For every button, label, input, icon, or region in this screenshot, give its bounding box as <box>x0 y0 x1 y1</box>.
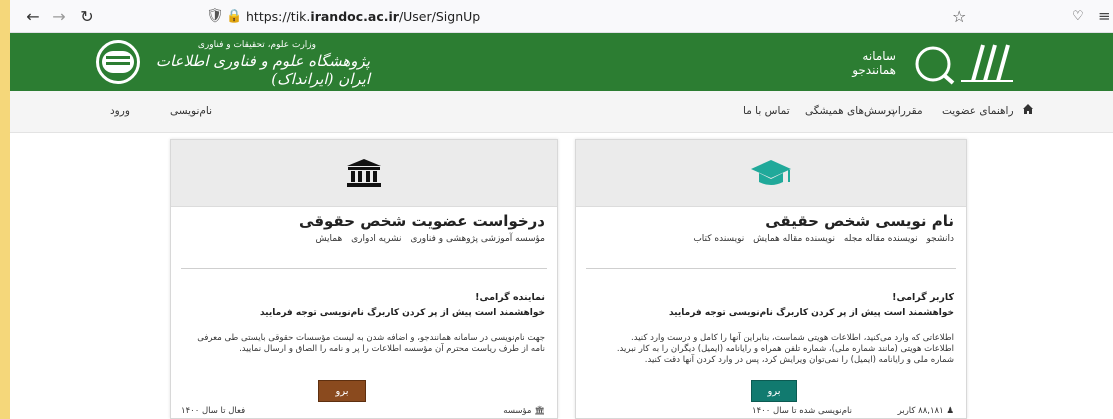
user-icon: ♟ <box>946 406 954 416</box>
user-count-stat: ♟ ۸۸,۱۸۱ کاربر <box>898 406 954 416</box>
instructions: اطلاعاتی که وارد می‌کنید، اطلاعات هویتی … <box>594 333 954 366</box>
tag-conference: همایش <box>315 234 343 244</box>
real-person-card: نام نویسی شخص حقیقی دانشجو نویسنده مقاله… <box>575 139 967 419</box>
home-icon[interactable] <box>1022 103 1034 115</box>
divider <box>586 268 956 269</box>
tag-book-author: نویسنده کتاب <box>693 234 745 244</box>
pocket-icon[interactable]: ♡ <box>1072 9 1084 24</box>
go-button[interactable]: برو <box>318 380 366 402</box>
nav-register[interactable]: نام‌نویسی <box>170 105 212 117</box>
user-count: ۸۸,۱۸۱ <box>918 406 944 416</box>
tag-periodical: نشریه ادواری <box>351 234 402 244</box>
shield-icon[interactable]: 🛡 <box>206 8 224 24</box>
nav-membership-guide[interactable]: راهنمای عضویت <box>942 105 1014 117</box>
instruction-line: نامه از طرف ریاست محترم آن مؤسسه اطلاعات… <box>239 344 545 354</box>
instruction-line: جهت نام‌نویسی در سامانه همانندجو، و اضاف… <box>197 333 545 343</box>
card-header <box>171 140 557 207</box>
ministry-name: وزارت علوم، تحقیقات و فناوری <box>197 40 316 50</box>
org-label: مؤسسه <box>503 406 532 416</box>
card-title: درخواست عضویت شخص حقوقی <box>299 212 545 230</box>
url-domain: irandoc.ac.ir <box>310 8 399 24</box>
browser-toolbar: ← → ↻ 🛡 🔒 https://tik.irandoc.ac.ir/User… <box>10 0 1113 33</box>
system-name: همانندجو <box>852 63 896 77</box>
tag-student: دانشجو <box>926 234 954 244</box>
active-note: فعال تا سال ۱۴۰۰ <box>181 406 246 416</box>
nav-contact[interactable]: تماس با ما <box>743 105 790 117</box>
institute-name: پژوهشگاه علوم و فناوری اطلاعات ایران (ای… <box>155 52 370 88</box>
lock-icon[interactable]: 🔒 <box>226 9 242 24</box>
url-path: /User/SignUp <box>398 8 481 24</box>
tag-conference-author: نویسنده مقاله همایش <box>753 234 836 244</box>
card-title: نام نویسی شخص حقیقی <box>765 212 954 230</box>
member-types: دانشجو نویسنده مقاله مجله نویسنده مقاله … <box>687 234 954 244</box>
greeting: نماینده گرامی! <box>475 292 545 303</box>
forward-arrow-icon[interactable]: → <box>48 7 70 26</box>
instructions: جهت نام‌نویسی در سامانه همانندجو، و اضاف… <box>185 333 545 355</box>
legal-entity-card: درخواست عضویت شخص حقوقی مؤسسه آموزشی پژو… <box>170 139 558 419</box>
user-label: کاربر <box>897 406 916 416</box>
go-button[interactable]: برو <box>751 380 797 402</box>
reload-icon[interactable]: ↻ <box>76 7 98 26</box>
browser-window: ← → ↻ 🛡 🔒 https://tik.irandoc.ac.ir/User… <box>10 0 1113 419</box>
irandoc-logo-icon[interactable] <box>96 40 140 84</box>
instruction-line: شماره ملی و رایانامه (ایمیل) را نمی‌توان… <box>644 355 954 365</box>
nav-faq[interactable]: پرسش‌های همیشگی <box>805 105 895 117</box>
main-navbar: راهنمای عضویت مقررات پرسش‌های همیشگی تما… <box>10 91 1113 133</box>
registered-note: نام‌نویسی شده تا سال ۱۴۰۰ <box>752 406 852 416</box>
tag-journal-author: نویسنده مقاله مجله <box>843 234 918 244</box>
menu-icon[interactable]: ≡ <box>1098 7 1111 25</box>
institution-small-icon: 🏛 <box>534 406 545 416</box>
request-notice: خواهشمند است پیش از پر کردن کاربرگ نام‌ن… <box>259 308 545 318</box>
instruction-line: اطلاعاتی که وارد می‌کنید، اطلاعات هویتی … <box>631 333 954 343</box>
url-prefix: https://tik. <box>246 8 311 24</box>
back-arrow-icon[interactable]: ← <box>22 7 44 26</box>
org-stat: 🏛 مؤسسه <box>503 406 545 416</box>
tag-institution: مؤسسه آموزشی پژوهشی و فناوری <box>410 234 545 244</box>
card-header <box>576 140 966 207</box>
url-bar[interactable]: https://tik.irandoc.ac.ir/User/SignUp <box>246 9 480 24</box>
greeting: کاربر گرامی! <box>892 292 954 303</box>
hamanandjoo-logo-icon[interactable] <box>903 43 1015 85</box>
bookmark-star-icon[interactable]: ☆ <box>952 7 966 26</box>
nav-login[interactable]: ورود <box>110 105 130 117</box>
site-banner: وزارت علوم، تحقیقات و فناوری پژوهشگاه عل… <box>10 33 1113 91</box>
graduation-cap-icon <box>751 160 791 185</box>
instruction-line: اطلاعات هویتی (مانند شماره ملی)، شماره ت… <box>616 344 954 354</box>
system-label: سامانه <box>862 49 896 63</box>
request-notice: خواهشمند است پیش از پر کردن کاربرگ نام‌ن… <box>668 308 954 318</box>
institution-building-icon <box>347 159 381 187</box>
divider <box>181 268 547 269</box>
member-types: مؤسسه آموزشی پژوهشی و فناوری نشریه ادوار… <box>310 234 545 244</box>
